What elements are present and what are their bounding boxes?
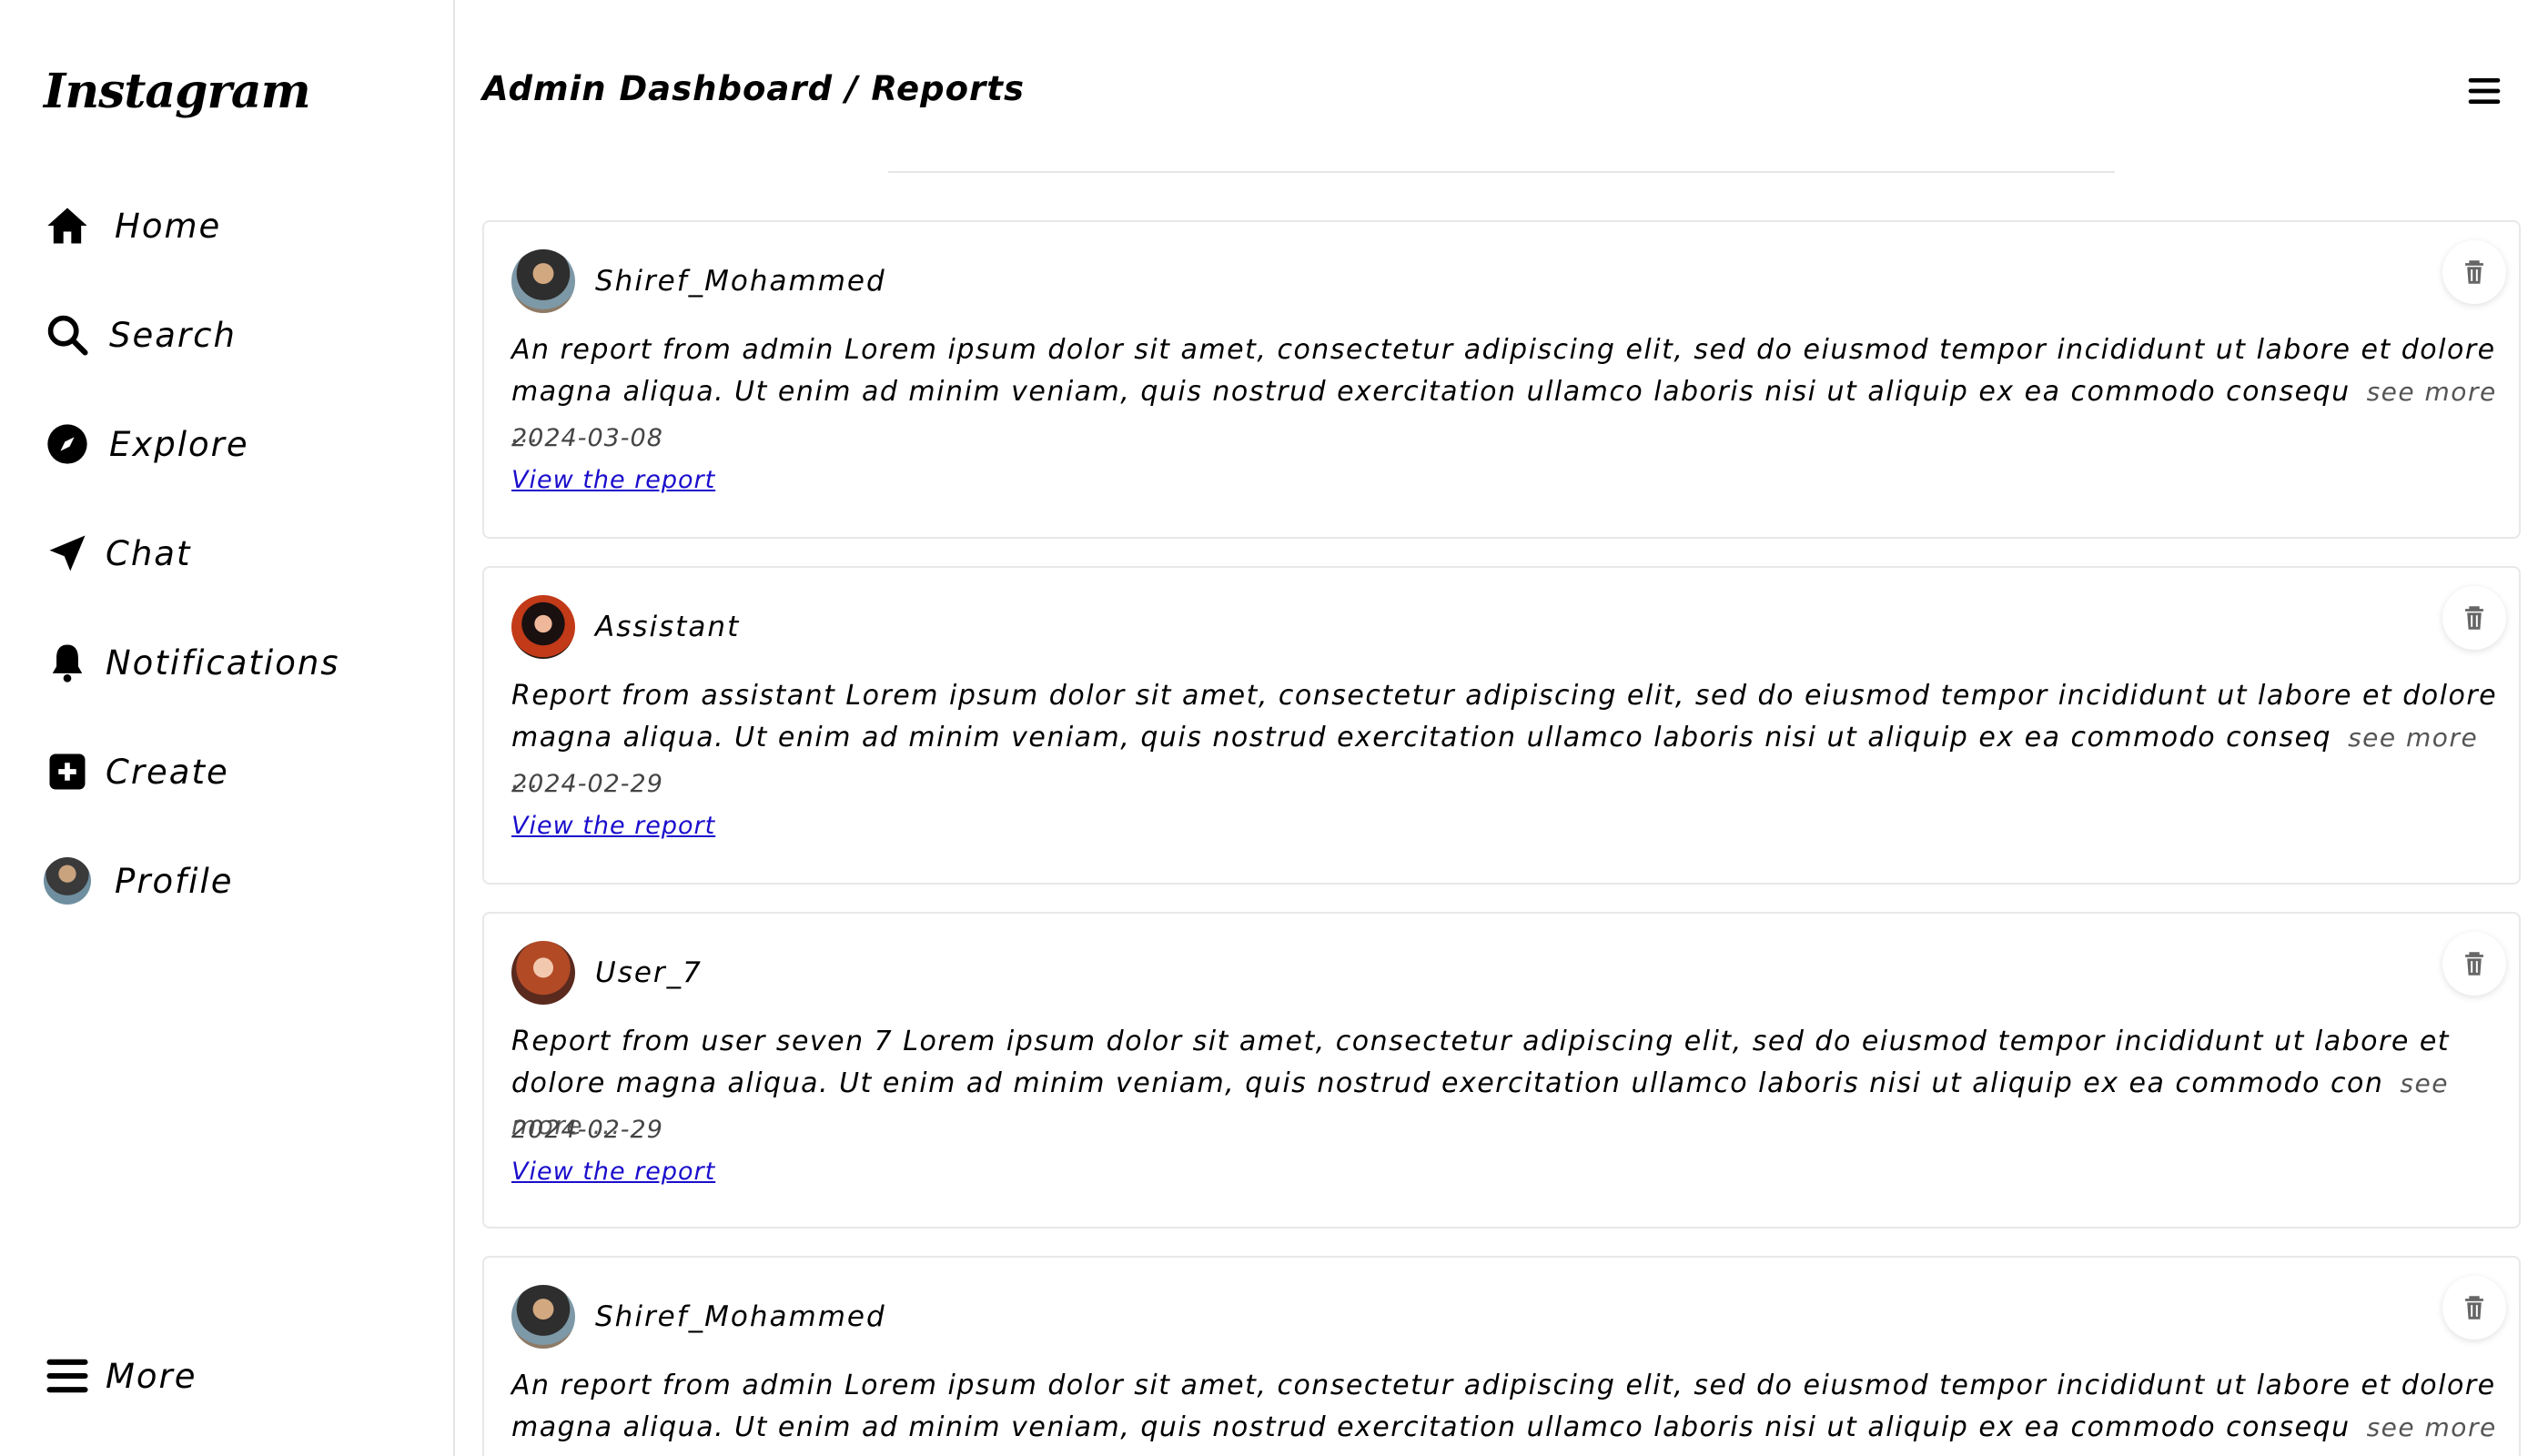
avatar	[44, 857, 91, 905]
report-author[interactable]: User_7	[511, 941, 703, 1005]
delete-report-button[interactable]	[2442, 586, 2506, 650]
sidebar-item-label: Notifications	[106, 642, 340, 682]
report-text: Report from user seven 7 Lorem ipsum dol…	[511, 1021, 2504, 1147]
report-body: Report from assistant Lorem ipsum dolor …	[511, 680, 2498, 753]
report-card: Shiref_Mohammed An report from admin Lor…	[482, 220, 2521, 539]
trash-icon	[2465, 606, 2483, 630]
sidebar-item-label: Chat	[106, 533, 192, 573]
report-author[interactable]: Shiref_Mohammed	[511, 1285, 886, 1349]
sidebar-item-more[interactable]: More	[44, 1347, 197, 1405]
sidebar-item-label: Search	[109, 315, 237, 355]
sidebar-item-label: Create	[106, 752, 229, 792]
avatar	[511, 595, 575, 659]
sidebar-item-search[interactable]: Search	[44, 306, 237, 364]
sidebar-item-create[interactable]: Create	[44, 743, 229, 801]
avatar	[511, 941, 575, 1005]
report-username: Shiref_Mohammed	[595, 1300, 886, 1333]
report-text: Report from assistant Lorem ipsum dolor …	[511, 675, 2504, 801]
plus-square-icon	[44, 748, 91, 795]
instagram-logo[interactable]: Instagram	[44, 64, 311, 119]
report-text: An report from admin Lorem ipsum dolor s…	[511, 329, 2504, 455]
sidebar-item-notifications[interactable]: Notifications	[44, 633, 340, 692]
compass-icon	[44, 420, 91, 468]
sidebar-item-chat[interactable]: Chat	[44, 524, 191, 582]
report-body: An report from admin Lorem ipsum dolor s…	[511, 1370, 2496, 1443]
view-report-link[interactable]: View the report	[511, 466, 715, 494]
sidebar: Instagram Home Search Explore Chat Notif…	[0, 0, 455, 1456]
report-card: Shiref_Mohammed An report from admin Lor…	[482, 1256, 2521, 1456]
report-body: An report from admin Lorem ipsum dolor s…	[511, 334, 2496, 408]
sidebar-item-explore[interactable]: Explore	[44, 415, 249, 473]
view-report-link[interactable]: View the report	[511, 1158, 715, 1186]
delete-report-button[interactable]	[2442, 240, 2506, 304]
report-date: 2024-02-29	[511, 1116, 663, 1144]
sidebar-item-label: Home	[115, 206, 222, 246]
report-date: 2024-03-08	[511, 424, 663, 452]
send-icon	[44, 530, 91, 577]
avatar	[511, 1285, 575, 1349]
app-root: Instagram Home Search Explore Chat Notif…	[0, 0, 2548, 1456]
menu-icon	[44, 1352, 91, 1400]
report-username: Shiref_Mohammed	[595, 265, 886, 298]
hamburger-menu-button[interactable]	[2466, 73, 2502, 109]
report-author[interactable]: Shiref_Mohammed	[511, 249, 886, 313]
trash-icon	[2465, 1296, 2483, 1320]
report-author[interactable]: Assistant	[511, 595, 740, 659]
report-card: Assistant Report from assistant Lorem ip…	[482, 566, 2521, 885]
search-icon	[44, 311, 91, 359]
page-title: Admin Dashboard / Reports	[482, 69, 1025, 108]
home-icon	[44, 202, 91, 249]
delete-report-button[interactable]	[2442, 1276, 2506, 1340]
sidebar-item-label: More	[106, 1356, 197, 1396]
report-body: Report from user seven 7 Lorem ipsum dol…	[511, 1026, 2451, 1099]
avatar	[511, 249, 575, 313]
report-username: User_7	[595, 956, 703, 989]
delete-report-button[interactable]	[2442, 932, 2506, 996]
trash-icon	[2465, 952, 2483, 976]
sidebar-item-home[interactable]: Home	[44, 197, 221, 255]
menu-icon	[2468, 78, 2501, 104]
report-date: 2024-02-29	[511, 770, 663, 798]
trash-icon	[2465, 260, 2483, 284]
view-report-link[interactable]: View the report	[511, 812, 715, 840]
report-text: An report from admin Lorem ipsum dolor s…	[511, 1365, 2504, 1456]
report-username: Assistant	[595, 611, 741, 643]
sidebar-item-label: Profile	[115, 861, 234, 901]
sidebar-item-label: Explore	[109, 424, 249, 464]
header-divider	[888, 171, 2115, 173]
bell-icon	[44, 639, 91, 686]
report-card: User_7 Report from user seven 7 Lorem ip…	[482, 912, 2521, 1228]
sidebar-item-profile[interactable]: Profile	[44, 852, 234, 910]
